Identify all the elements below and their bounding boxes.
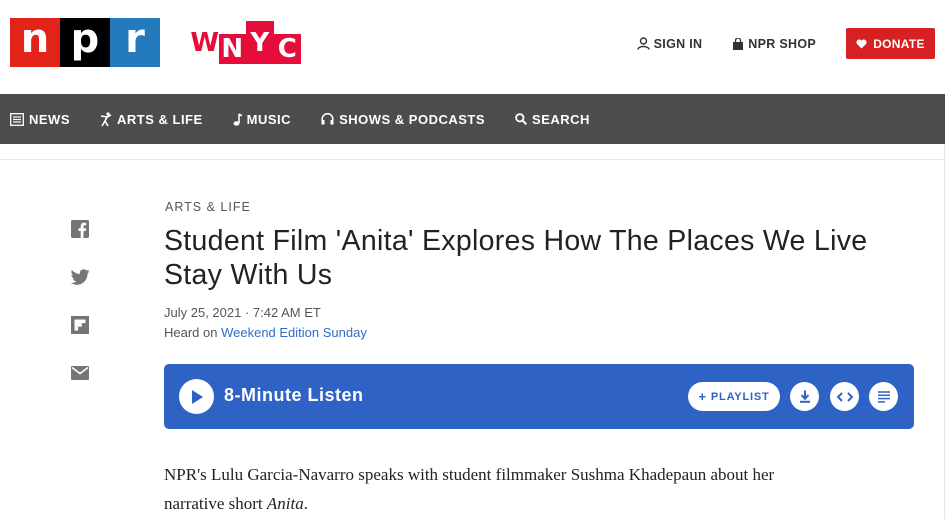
shopping-bag-icon [733, 37, 744, 50]
site-header: n p r W N Y C SIGN IN NPR SHOP DONATE [0, 0, 945, 94]
nav-item-news-label: NEWS [29, 111, 70, 127]
nav-item-music-label: MUSIC [246, 111, 292, 127]
teaser-film-title: Anita [266, 494, 304, 513]
news-icon [10, 112, 24, 126]
share-tools [70, 219, 90, 411]
add-to-playlist-button[interactable]: + PLAYLIST [688, 382, 780, 411]
nav-item-shows-podcasts[interactable]: SHOWS & PODCASTS [321, 112, 485, 127]
download-button[interactable] [790, 382, 819, 411]
teaser-end: . [303, 494, 308, 513]
twitter-icon [70, 269, 89, 285]
npr-logo-n: n [10, 18, 60, 67]
nav-item-search[interactable]: SEARCH [515, 112, 590, 127]
npr-shop-link[interactable]: NPR SHOP [732, 37, 816, 51]
wnyc-logo-y: Y [246, 21, 274, 64]
nav-item-news[interactable]: NEWS [10, 112, 70, 127]
nav-item-arts-life-label: ARTS & LIFE [117, 111, 203, 127]
share-flipboard-button[interactable] [70, 315, 90, 335]
sign-in-label: SIGN IN [653, 36, 703, 51]
article-teaser: NPR's Lulu Garcia-Navarro speaks with st… [164, 460, 824, 518]
heard-on-show-link[interactable]: Weekend Edition Sunday [221, 325, 367, 340]
embed-code-icon [836, 391, 853, 402]
email-icon [71, 366, 89, 380]
heart-icon [856, 38, 867, 48]
article-slug[interactable]: ARTS & LIFE [165, 200, 251, 214]
donate-button[interactable]: DONATE [846, 28, 935, 59]
user-icon [636, 37, 650, 50]
npr-logo-r: r [110, 18, 160, 67]
donate-label: DONATE [873, 36, 925, 51]
npr-logo-p: p [60, 18, 110, 67]
plus-icon: + [698, 389, 707, 404]
npr-logo[interactable]: n p r [10, 18, 160, 67]
sign-in-link[interactable]: SIGN IN [636, 36, 703, 51]
playlist-label: PLAYLIST [710, 390, 770, 403]
flipboard-icon [71, 316, 89, 334]
nav-item-search-label: SEARCH [532, 111, 590, 127]
download-icon [799, 390, 810, 403]
content-divider [0, 144, 945, 160]
facebook-icon [71, 220, 89, 238]
headphones-icon [321, 113, 334, 125]
main-nav: NEWS ARTS & LIFE MUSIC SHOWS & PODCASTS … [0, 94, 945, 144]
audio-player: 8-Minute Listen + PLAYLIST [164, 364, 914, 429]
music-note-icon [233, 112, 242, 126]
article-title: Student Film 'Anita' Explores How The Pl… [164, 225, 868, 291]
wnyc-logo[interactable]: W N Y C [190, 21, 301, 64]
heard-on-prefix: Heard on [164, 325, 222, 340]
transcript-icon [877, 390, 890, 403]
heard-on: Heard on Weekend Edition Sunday [164, 325, 367, 340]
play-button[interactable] [179, 379, 214, 414]
wnyc-logo-c: C [273, 34, 301, 64]
search-icon [515, 113, 528, 125]
nav-item-arts-life[interactable]: ARTS & LIFE [100, 112, 203, 127]
embed-button[interactable] [830, 382, 859, 411]
teaser-text: NPR's Lulu Garcia-Navarro speaks with st… [164, 465, 775, 513]
nav-item-shows-podcasts-label: SHOWS & PODCASTS [339, 111, 486, 127]
wnyc-logo-w: W [190, 21, 219, 64]
nav-item-music[interactable]: MUSIC [233, 112, 291, 127]
arts-icon [100, 111, 112, 126]
npr-shop-label: NPR SHOP [748, 36, 816, 51]
header-actions: SIGN IN NPR SHOP DONATE [636, 28, 935, 59]
share-twitter-button[interactable] [70, 267, 90, 287]
article-dateline: July 25, 2021 · 7:42 AM ET [164, 305, 321, 320]
play-icon [191, 389, 203, 404]
transcript-button[interactable] [869, 382, 898, 411]
share-email-button[interactable] [70, 363, 90, 383]
listen-duration-label: 8-Minute Listen [224, 385, 364, 405]
share-facebook-button[interactable] [70, 219, 90, 239]
wnyc-logo-n: N [218, 34, 246, 64]
